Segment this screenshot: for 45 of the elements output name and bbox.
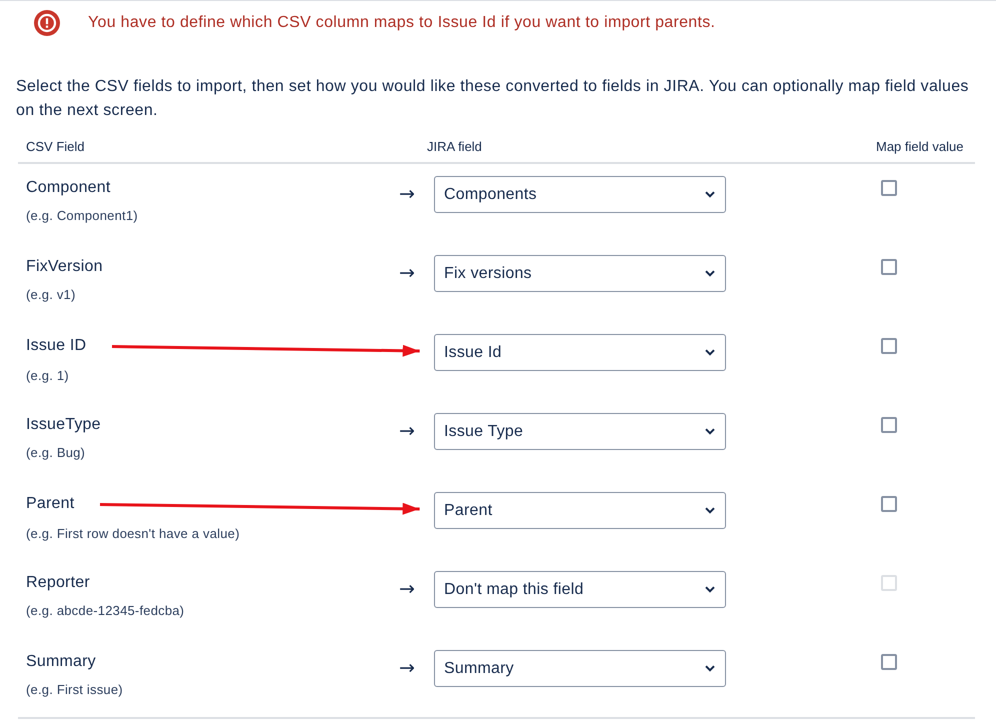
- column-header: JIRA field: [426, 139, 483, 155]
- csv-field-name: Reporter: [26, 573, 90, 593]
- chevron-down-icon: [705, 586, 715, 593]
- example-value: (e.g. First issue): [26, 682, 124, 698]
- chevron-down-icon: [705, 349, 715, 356]
- error-message: You have to define which CSV column maps to Issue Id if you want to import parents.: [88, 13, 716, 33]
- example-value: (e.g. 1): [26, 368, 70, 384]
- example-value: (e.g. First row doesn't have a value): [26, 526, 241, 542]
- chevron-down-icon: [705, 507, 715, 514]
- chevron-down-icon: [705, 665, 715, 672]
- checkbox[interactable]: [881, 417, 897, 433]
- mapping-arrow: →: [399, 262, 415, 284]
- jira-field-select[interactable]: Issue Type: [434, 413, 726, 450]
- csv-field-name: Summary: [26, 652, 96, 672]
- checkbox[interactable]: [881, 496, 897, 512]
- chevron-down-icon: [705, 428, 715, 435]
- csv-field-name: Component: [26, 178, 111, 198]
- mapping-arrow: →: [399, 578, 415, 600]
- example-value: (e.g. abcde-12345-fedcba): [26, 603, 186, 619]
- jira-field-select[interactable]: Components: [434, 176, 726, 213]
- checkbox[interactable]: [881, 654, 897, 670]
- csv-field-name: Issue ID: [26, 336, 86, 356]
- jira-field-select[interactable]: Parent: [434, 492, 726, 529]
- example-value: (e.g. Bug): [26, 445, 86, 461]
- checkbox[interactable]: [881, 338, 897, 354]
- mapping-arrow: →: [399, 183, 415, 205]
- csv-field-name: Parent: [26, 494, 74, 514]
- jira-field-select[interactable]: Don't map this field: [434, 571, 726, 608]
- csv-field-name: FixVersion: [26, 257, 103, 277]
- chevron-down-icon: [705, 270, 715, 277]
- checkbox[interactable]: [881, 259, 897, 275]
- column-header: Map field value: [875, 139, 964, 155]
- instructions-text: Select the CSV fields to import, then set how you would like these converted to fields in JIRA. You can optionally map field values on the next screen.: [16, 77, 970, 121]
- example-value: (e.g. Component1): [26, 208, 139, 224]
- mapping-arrow: →: [399, 657, 415, 679]
- jira-field-select[interactable]: Summary: [434, 650, 726, 687]
- column-header: CSV Field: [25, 139, 86, 155]
- jira-field-select[interactable]: Issue Id: [434, 334, 726, 371]
- csv-field-name: IssueType: [26, 415, 101, 435]
- mapping-arrow: →: [399, 420, 415, 442]
- example-value: (e.g. v1): [26, 287, 76, 303]
- chevron-down-icon: [705, 191, 715, 198]
- checkbox[interactable]: [881, 180, 897, 196]
- error-icon: [34, 10, 60, 36]
- jira-field-select[interactable]: Fix versions: [434, 255, 726, 292]
